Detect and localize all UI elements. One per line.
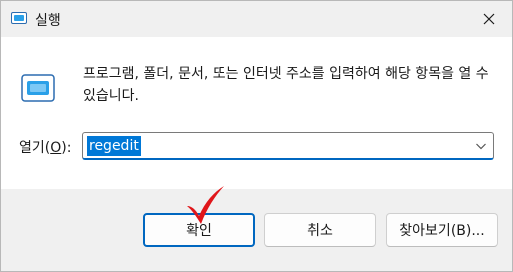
description-text: 프로그램, 폴더, 문서, 또는 인터넷 주소를 입력하여 해당 항목을 열 수… [83,66,489,104]
run-dialog-icon [11,12,27,24]
chevron-down-icon[interactable] [475,141,487,151]
run-icon [21,74,55,102]
open-input-value[interactable]: regedit [87,136,141,156]
open-label-prefix: 열기( [19,140,51,156]
run-dialog: 실행 프로그램, 폴더, 문서, 또는 인터넷 주소를 입력하여 해당 항목을 … [0,0,513,272]
open-combobox[interactable]: regedit [82,132,494,160]
dialog-content: 프로그램, 폴더, 문서, 또는 인터넷 주소를 입력하여 해당 항목을 열 수… [1,37,512,189]
open-label-hotkey: O [50,140,62,156]
browse-button[interactable]: 찾아보기(B)... [386,213,498,247]
window-title: 실행 [35,13,61,29]
checkmark-annotation-icon [187,186,224,224]
close-icon [483,13,495,25]
open-label-suffix: ): [61,140,72,156]
open-label: 열기(O): [19,137,71,157]
close-button[interactable] [466,1,512,37]
title-bar[interactable]: 실행 [1,1,512,37]
cancel-button[interactable]: 취소 [264,213,376,247]
